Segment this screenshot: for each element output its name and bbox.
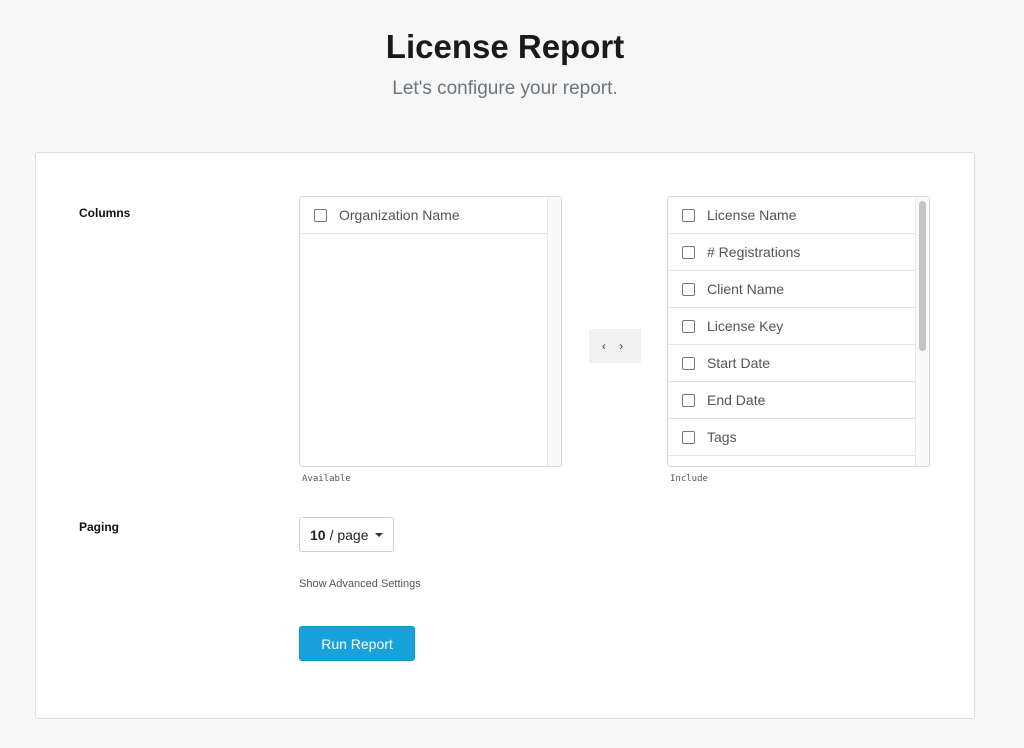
checkbox[interactable] [682, 393, 695, 407]
list-item[interactable]: Tags [668, 419, 917, 456]
list-item-label: License Key [707, 318, 784, 334]
list-item-label: Tags [707, 429, 737, 445]
available-columns-list[interactable]: Organization Name [299, 196, 562, 467]
include-list-scrollbar[interactable] [915, 197, 929, 466]
page-subtitle: Let's configure your report. [392, 78, 618, 99]
scrollbar-thumb[interactable] [919, 201, 926, 351]
list-item[interactable]: Organization Name [300, 197, 549, 234]
checkbox[interactable] [314, 208, 327, 222]
list-item[interactable]: End Date [668, 382, 917, 419]
list-item-label: End Date [707, 392, 766, 408]
chevron-left-right-icon: ‹ › [601, 339, 629, 353]
paging-label: Paging [79, 520, 120, 534]
list-item-label: # Registrations [707, 244, 801, 260]
available-caption: Available [302, 474, 351, 484]
report-config-card: Columns Organization Name Available ‹ › … [35, 152, 975, 719]
list-item-label: Start Date [707, 355, 771, 371]
checkbox[interactable] [682, 208, 695, 222]
checkbox[interactable] [682, 356, 695, 370]
include-columns-list[interactable]: License Name # Registrations Client Name… [667, 196, 930, 467]
show-advanced-settings-link[interactable]: Show Advanced Settings [299, 578, 421, 590]
page-size-suffix: / page [329, 526, 369, 543]
list-item[interactable]: Start Date [668, 345, 917, 382]
list-item[interactable]: # Registrations [668, 234, 917, 271]
include-caption: Include [670, 474, 708, 484]
list-item[interactable]: License Key [668, 308, 917, 345]
page-size-value: 10 [310, 526, 326, 543]
page-title: License Report [385, 28, 625, 65]
checkbox[interactable] [682, 245, 695, 259]
list-item[interactable]: Client Name [668, 271, 917, 308]
caret-down-icon [374, 532, 383, 537]
list-item-label: License Name [707, 207, 797, 223]
page-size-dropdown[interactable]: 10 / page [299, 517, 394, 552]
list-item-label: Organization Name [339, 207, 460, 223]
available-list-scrollbar[interactable] [547, 197, 561, 466]
checkbox[interactable] [682, 430, 695, 444]
transfer-button[interactable]: ‹ › [589, 329, 641, 363]
list-item[interactable]: License Name [668, 197, 917, 234]
checkbox[interactable] [682, 282, 695, 296]
run-report-button[interactable]: Run Report [299, 626, 415, 661]
list-item-label: Client Name [707, 281, 785, 297]
columns-label: Columns [79, 206, 131, 220]
checkbox[interactable] [682, 319, 695, 333]
